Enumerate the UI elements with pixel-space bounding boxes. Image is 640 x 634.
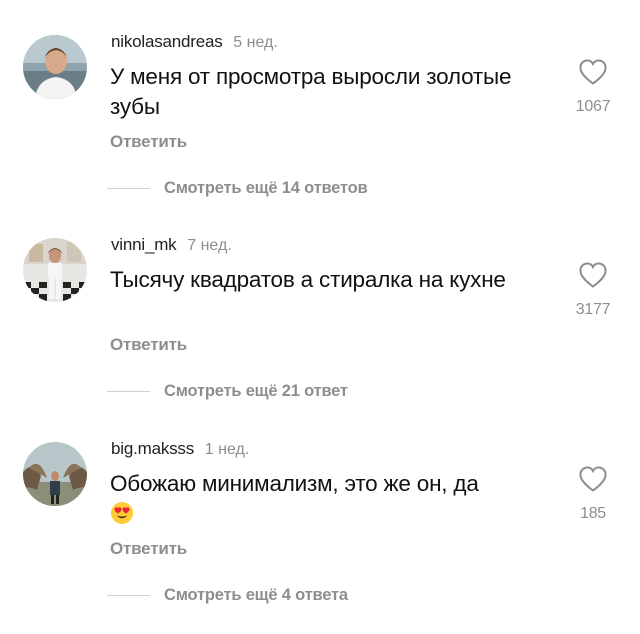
like-control: 3177 bbox=[560, 261, 626, 319]
comment-text: Тысячу квадратов а стиралка на кухне bbox=[110, 265, 530, 295]
comment-body: Тысячу квадратов а стиралка на кухне bbox=[110, 267, 506, 292]
reply-button[interactable]: Ответить bbox=[110, 335, 187, 355]
comment-meta: nikolasandreas 5 нед. bbox=[111, 32, 278, 53]
view-more-replies[interactable]: Смотреть ещё 14 ответов bbox=[107, 178, 368, 198]
comment-body: У меня от просмотра выросли золотые зубы bbox=[110, 64, 512, 119]
username[interactable]: nikolasandreas bbox=[111, 32, 223, 51]
comment: nikolasandreas 5 нед. У меня от просмотр… bbox=[0, 8, 640, 211]
divider-line bbox=[107, 594, 150, 596]
divider-line bbox=[107, 390, 150, 392]
heart-outline-icon[interactable] bbox=[578, 58, 608, 86]
avatar-photo bbox=[23, 238, 87, 302]
timestamp: 7 нед. bbox=[187, 237, 232, 254]
avatar[interactable] bbox=[23, 442, 87, 506]
reply-button[interactable]: Ответить bbox=[110, 539, 187, 559]
heart-outline-icon[interactable] bbox=[578, 465, 608, 493]
timestamp: 5 нед. bbox=[233, 34, 278, 51]
comment-text: У меня от просмотра выросли золотые зубы bbox=[110, 62, 530, 122]
like-control: 185 bbox=[560, 465, 626, 523]
divider-line bbox=[107, 187, 150, 189]
reply-button[interactable]: Ответить bbox=[110, 132, 187, 152]
view-more-replies-label: Смотреть ещё 4 ответа bbox=[164, 585, 348, 604]
username[interactable]: big.maksss bbox=[111, 439, 194, 458]
comment-meta: big.maksss 1 нед. bbox=[111, 439, 249, 460]
heart-outline-icon[interactable] bbox=[578, 261, 608, 289]
heart-eyes-emoji bbox=[111, 502, 133, 524]
avatar-photo bbox=[23, 35, 87, 99]
like-count: 3177 bbox=[575, 301, 611, 318]
username[interactable]: vinni_mk bbox=[111, 235, 177, 254]
comment-meta: vinni_mk 7 нед. bbox=[111, 235, 232, 256]
comment-text: Обожаю минимализм, это же он, да bbox=[110, 469, 530, 529]
avatar[interactable] bbox=[23, 238, 87, 302]
comment-body: Обожаю минимализм, это же он, да bbox=[110, 471, 479, 496]
view-more-replies[interactable]: Смотреть ещё 21 ответ bbox=[107, 381, 348, 401]
like-count: 185 bbox=[580, 505, 606, 522]
view-more-replies-label: Смотреть ещё 21 ответ bbox=[164, 381, 348, 400]
avatar-photo bbox=[23, 442, 87, 506]
comment: vinni_mk 7 нед. Тысячу квадратов а стира… bbox=[0, 211, 640, 414]
avatar[interactable] bbox=[23, 35, 87, 99]
like-count: 1067 bbox=[575, 98, 611, 115]
view-more-replies-label: Смотреть ещё 14 ответов bbox=[164, 178, 368, 197]
timestamp: 1 нед. bbox=[204, 441, 250, 458]
like-control: 1067 bbox=[560, 58, 626, 116]
view-more-replies[interactable]: Смотреть ещё 4 ответа bbox=[107, 585, 348, 605]
comment: big.maksss 1 нед. Обожаю минимализм, это… bbox=[0, 415, 640, 618]
